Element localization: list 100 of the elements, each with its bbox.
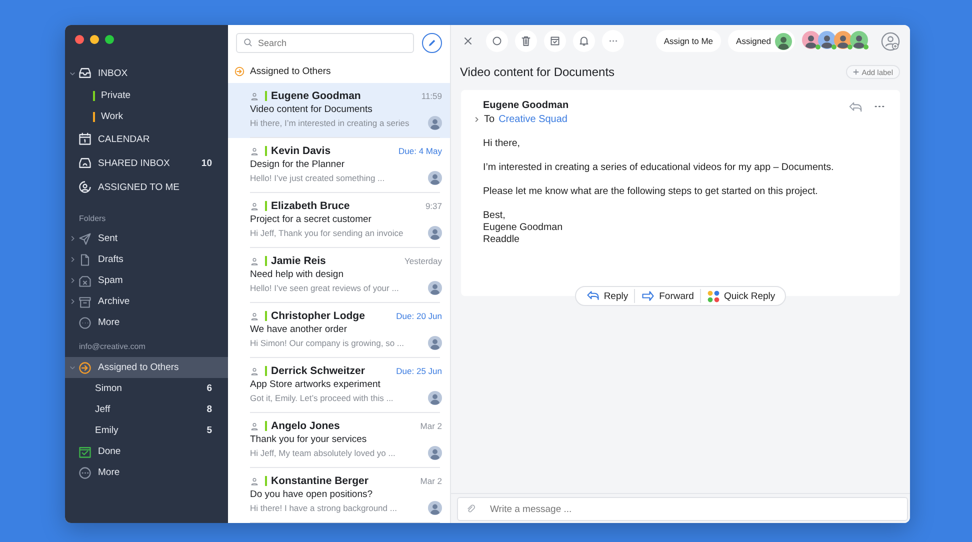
- message-field[interactable]: Write a message ...: [457, 497, 908, 521]
- message-row[interactable]: Konstantine Berger Mar 2 Do you have open positions? Hi there! I have a strong background ...: [228, 468, 450, 523]
- sidebar-item[interactable]: Simon 6: [65, 378, 228, 399]
- sender-name: Christopher Lodge: [271, 310, 366, 322]
- compose-button[interactable]: [422, 32, 442, 53]
- chevron-icon[interactable]: [68, 235, 76, 242]
- message-row[interactable]: Kevin Davis Due: 4 May Design for the Planner Hello! I’ve just created something ...: [228, 138, 450, 193]
- assign-to-me-button[interactable]: Assign to Me: [656, 30, 722, 52]
- chevron-icon[interactable]: [68, 70, 76, 76]
- message-time: 11:59: [421, 91, 442, 101]
- sidebar-item[interactable]: Sent: [65, 228, 228, 249]
- archive-icon: [549, 35, 561, 47]
- message-preview: Hello! I’ve seen great reviews of your ...: [250, 283, 399, 293]
- checkbox-icon: [78, 444, 92, 458]
- recipient-label: To: [484, 114, 495, 125]
- message-time: Due: 4 May: [398, 146, 442, 156]
- message-subject: Do you have open positions?: [250, 489, 374, 500]
- sidebar-item[interactable]: Jeff 8: [65, 399, 228, 420]
- close-window-dot[interactable]: [75, 35, 84, 44]
- sidebar-item[interactable]: CALENDAR: [65, 127, 228, 151]
- chevron-icon[interactable]: [68, 256, 76, 263]
- message-time: Due: 25 Jun: [396, 366, 442, 376]
- avatar-icon[interactable]: [818, 31, 838, 51]
- sidebar-item[interactable]: INBOX: [65, 61, 228, 85]
- sidebar-item[interactable]: Work: [65, 106, 228, 127]
- sidebar-item[interactable]: Emily 5: [65, 420, 228, 441]
- quick-reply-button[interactable]: Quick Reply: [700, 287, 782, 305]
- sidebar-item[interactable]: SHARED INBOX 10: [65, 151, 228, 175]
- circle-button[interactable]: [486, 30, 508, 52]
- archive-button[interactable]: [544, 30, 566, 52]
- close-icon: [462, 35, 474, 47]
- bell-button[interactable]: [573, 30, 595, 52]
- reply-button[interactable]: Reply: [580, 287, 634, 305]
- message-row[interactable]: Eugene Goodman 11:59 Video content for Documents Hi there, I’m interested in creating a series: [228, 83, 450, 138]
- message-preview: Hi Simon! Our company is growing, so ...: [250, 338, 404, 348]
- message-time: 9:37: [425, 201, 442, 211]
- section-heading: Folders: [78, 213, 107, 225]
- list-heading: Assigned to Others: [250, 66, 331, 78]
- assigned-button[interactable]: Assigned: [728, 30, 795, 52]
- message-row[interactable]: Angelo Jones Mar 2 Thank you for your services Hi Jeff, My team absolutely loved yo ...: [228, 413, 450, 468]
- email-paragraph: I’m interested in creating a series of educational videos for my app – Documents.: [483, 162, 835, 174]
- unread-count: 6: [206, 383, 212, 394]
- sidebar-item[interactable]: Assigned to Others: [65, 357, 228, 378]
- zoom-window-dot[interactable]: [105, 35, 114, 44]
- avatar-icon: [428, 391, 442, 405]
- unread-count: 5: [206, 425, 212, 436]
- avatar-icon: [775, 32, 792, 50]
- sidebar-item[interactable]: Spam: [65, 270, 228, 291]
- avatar-icon[interactable]: [850, 31, 870, 51]
- person-icon: [250, 92, 259, 100]
- forward-arrow-icon: [641, 289, 656, 303]
- message-row[interactable]: Derrick Schweitzer Due: 25 Jun App Store artworks experiment Got it, Emily. Let’s proceed with this ...: [228, 358, 450, 413]
- sender-name: Elizabeth Bruce: [271, 200, 351, 212]
- trash-button[interactable]: [515, 30, 537, 52]
- signature-line: Best,: [483, 210, 506, 222]
- message-input[interactable]: Write a message ...: [490, 498, 907, 520]
- person-icon: [250, 366, 259, 376]
- message-preview: Hi there! I have a strong background ...: [250, 503, 397, 513]
- sidebar-item[interactable]: Archive: [65, 291, 228, 312]
- sender-name: Kevin Davis: [271, 145, 332, 157]
- message-time: Yesterday: [404, 256, 442, 266]
- message-subject: We have another order: [250, 324, 348, 335]
- sidebar-item[interactable]: More: [65, 312, 228, 333]
- message-time: Due: 20 Jun: [396, 311, 442, 321]
- avatar-icon: [428, 336, 442, 350]
- paperclip-icon[interactable]: [466, 504, 476, 514]
- minimize-window-dot[interactable]: [90, 35, 99, 44]
- message-preview: Hi Jeff, My team absolutely loved yo ...: [250, 448, 396, 458]
- email-paragraph: Hi there,: [483, 138, 522, 150]
- chevron-icon[interactable]: [473, 116, 480, 123]
- message-row[interactable]: Elizabeth Bruce 9:37 Project for a secret customer Hi Jeff, Thank you for sending an invoice: [228, 193, 450, 248]
- message-subject: Video content for Documents: [250, 104, 374, 115]
- shared-inbox-icon: [78, 156, 92, 170]
- avatar-icon: [428, 116, 442, 130]
- chevron-icon[interactable]: [68, 298, 76, 305]
- email-paragraph: Please let me know what are the following steps to get started on this project.: [483, 186, 819, 198]
- sidebar-item[interactable]: Private: [65, 85, 228, 106]
- sidebar-item[interactable]: ASSIGNED TO ME: [65, 175, 228, 199]
- message-row[interactable]: Jamie Reis Yesterday Need help with design Hello! I’ve seen great reviews of your ...: [228, 248, 450, 303]
- document-icon: [78, 252, 92, 266]
- message-subject: Need help with design: [250, 269, 344, 280]
- reply-icon: [586, 289, 600, 303]
- message-row[interactable]: Christopher Lodge Due: 20 Jun We have another order Hi Simon! Our company is growing, so ...: [228, 303, 450, 358]
- avatar-icon: [428, 171, 442, 185]
- bell-icon: [578, 35, 590, 47]
- sidebar-item[interactable]: Drafts: [65, 249, 228, 270]
- message-title: Video content for Documents: [460, 65, 616, 79]
- avatar-icon: [428, 226, 442, 240]
- recipient-link[interactable]: Creative Squad: [498, 114, 568, 125]
- search-field[interactable]: Search: [236, 32, 414, 53]
- add-person-icon[interactable]: [881, 32, 900, 50]
- forward-button[interactable]: Forward: [635, 287, 700, 305]
- sidebar-item[interactable]: More: [65, 462, 228, 483]
- chevron-icon[interactable]: [68, 277, 76, 284]
- trash-icon: [520, 35, 532, 47]
- sidebar-item[interactable]: Done: [65, 441, 228, 462]
- search-input[interactable]: Search: [258, 34, 407, 52]
- avatar-icon[interactable]: [834, 31, 854, 51]
- avatar-icon[interactable]: [802, 31, 822, 51]
- message-subject: Thank you for your services: [250, 434, 368, 445]
